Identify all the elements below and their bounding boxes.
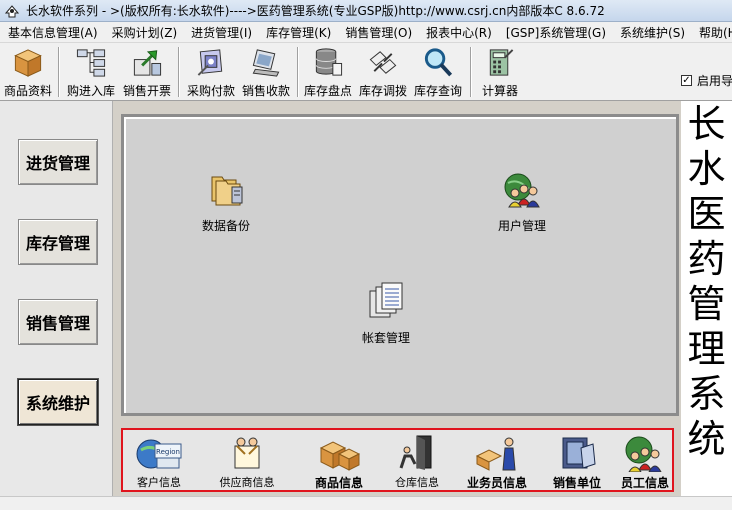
toolbar-label: 库存查询: [413, 84, 462, 98]
toolbar-label: 库存盘点: [303, 84, 352, 98]
menu-inventory[interactable]: 库存管理(K): [259, 24, 338, 41]
brand-title-char: 药: [687, 237, 726, 281]
folders-icon: [211, 176, 243, 206]
documents-icon: [369, 282, 403, 318]
user-management-label: 用户管理: [498, 219, 547, 233]
supplier-info-label: 供应商信息: [219, 476, 275, 489]
database-icon: [315, 48, 343, 76]
toolbar-label: 销售开票: [122, 84, 171, 98]
menu-basic-info[interactable]: 基本信息管理(A): [0, 24, 105, 41]
menu-bar: 基本信息管理(A) 采购计划(Z) 进货管理(I) 库存管理(K) 销售管理(O…: [0, 22, 732, 43]
checkbox-checked-icon[interactable]: ✓: [681, 75, 692, 86]
nav-sales-management-button[interactable]: 销售管理: [18, 299, 98, 345]
window-title: 长水软件系列 - >(版权所有:长水软件)---->医药管理系统(专业GSP版)…: [26, 4, 605, 18]
toolbar-separator: [297, 47, 299, 97]
toolbar-label: 计算器: [481, 84, 518, 98]
toolbar-label: 购进入库: [66, 84, 115, 98]
account-set-management-label: 帐套管理: [362, 331, 411, 345]
brand-title-char: 理: [687, 327, 726, 371]
toolbar-stock-query-button[interactable]: 库存查询: [411, 45, 465, 99]
staff-info-label: 员工信息: [620, 476, 669, 490]
autostart-label: 启用导: [697, 74, 732, 88]
computer-icon: [252, 49, 280, 77]
toolbar-label: 采购付款: [186, 84, 235, 98]
users-globe-icon: [504, 173, 540, 208]
toolbar-stocktake-button[interactable]: 库存盘点: [301, 45, 355, 99]
menu-help[interactable]: 帮助(H): [692, 24, 732, 41]
magnifier-icon: [424, 48, 453, 77]
brand-title-char: 系: [687, 372, 726, 416]
toolbar-label: 库存调拨: [358, 84, 407, 98]
brand-title-char: 医: [687, 192, 726, 236]
toolbar-sales-invoice-button[interactable]: 销售开票: [120, 45, 174, 99]
staff-globe-icon: [625, 436, 662, 472]
nav-system-maintenance-button[interactable]: 系统维护: [18, 379, 98, 425]
brand-title-char: 水: [687, 147, 726, 191]
product-info-item[interactable]: 商品信息: [307, 434, 371, 491]
boxes-icon: [319, 441, 361, 471]
data-backup-item[interactable]: 数据备份: [202, 169, 250, 234]
toolbar-purchase-payment-button[interactable]: 采购付款: [183, 45, 239, 99]
supplier-info-item[interactable]: 供应商信息: [215, 434, 279, 490]
brand-panel: 长水医药管理系统: [681, 101, 732, 496]
nav-purchase-management-button[interactable]: 进货管理: [18, 139, 98, 185]
staff-info-item[interactable]: 员工信息: [615, 434, 675, 491]
toolbar: 商品资料 购进入库 销售开票 采购付款 销售收款 库存盘点 库存调拨 库存查询 …: [0, 43, 732, 101]
supplier-icon: [234, 437, 260, 469]
left-nav-panel: 进货管理 库存管理 销售管理 系统维护: [0, 101, 113, 496]
toolbar-calculator-button[interactable]: 计算器: [475, 45, 525, 99]
autostart-checkbox[interactable]: ✓ 启用导: [681, 72, 732, 89]
toolbar-label: 商品资料: [3, 84, 52, 98]
toolbar-separator: [470, 47, 472, 97]
warehouse-door-icon: [399, 435, 432, 470]
product-info-label: 商品信息: [314, 476, 363, 490]
transfer-icon: [369, 51, 397, 74]
nav-inventory-management-button[interactable]: 库存管理: [18, 219, 98, 265]
toolbar-purchase-in-button[interactable]: 购进入库: [64, 45, 118, 99]
region-globe-icon: Region: [136, 439, 182, 469]
data-backup-label: 数据备份: [202, 219, 251, 233]
toolbar-transfer-button[interactable]: 库存调拨: [356, 45, 410, 99]
brand-title-char: 统: [687, 417, 726, 461]
sales-unit-icon: [562, 437, 596, 469]
menu-gsp-system[interactable]: [GSP]系统管理(G): [499, 24, 613, 41]
salesman-info-label: 业务员信息: [466, 476, 527, 490]
sales-unit-item[interactable]: 销售单位: [545, 434, 609, 491]
box-icon: [14, 49, 42, 77]
payment-icon: [197, 49, 223, 76]
export-icon: [133, 50, 162, 76]
calculator-icon: [489, 49, 514, 76]
vertical-brand-title: 长水医药管理系统: [681, 102, 732, 462]
toolbar-separator: [58, 47, 60, 97]
toolbar-separator: [178, 47, 180, 97]
menu-sales[interactable]: 销售管理(O): [338, 24, 419, 41]
warehouse-info-label: 仓库信息: [395, 476, 439, 489]
flowchart-icon: [76, 49, 106, 77]
status-bar: [0, 496, 732, 510]
toolbar-product-info-button[interactable]: 商品资料: [2, 45, 54, 99]
account-set-management-item[interactable]: 帐套管理: [362, 281, 410, 346]
brand-title-char: 长: [687, 102, 726, 146]
salesman-icon: [475, 437, 516, 471]
main-workspace: 数据备份 用户管理 帐套管理: [121, 114, 679, 416]
toolbar-label: 销售收款: [241, 84, 290, 98]
menu-purchase[interactable]: 进货管理(I): [184, 24, 259, 41]
customer-info-label: 客户信息: [137, 476, 181, 489]
basic-info-strip: Region 客户信息 供应商信息 商品信息 仓库信息 业务员信息 销售单位 员…: [121, 428, 674, 492]
salesman-info-item[interactable]: 业务员信息: [461, 434, 533, 491]
brand-title-char: 管: [687, 282, 726, 326]
menu-system-maintenance[interactable]: 系统维护(S): [613, 24, 692, 41]
menu-reports[interactable]: 报表中心(R): [419, 24, 499, 41]
toolbar-sales-receipt-button[interactable]: 销售收款: [239, 45, 293, 99]
svg-text:Region: Region: [156, 448, 180, 456]
menu-purchase-plan[interactable]: 采购计划(Z): [105, 24, 185, 41]
warehouse-info-item[interactable]: 仓库信息: [385, 434, 449, 490]
user-management-item[interactable]: 用户管理: [498, 169, 546, 234]
app-icon[interactable]: [4, 3, 20, 19]
customer-info-item[interactable]: Region 客户信息: [127, 434, 191, 490]
sales-unit-label: 销售单位: [552, 476, 601, 490]
title-bar: 长水软件系列 - >(版权所有:长水软件)---->医药管理系统(专业GSP版)…: [0, 0, 732, 22]
